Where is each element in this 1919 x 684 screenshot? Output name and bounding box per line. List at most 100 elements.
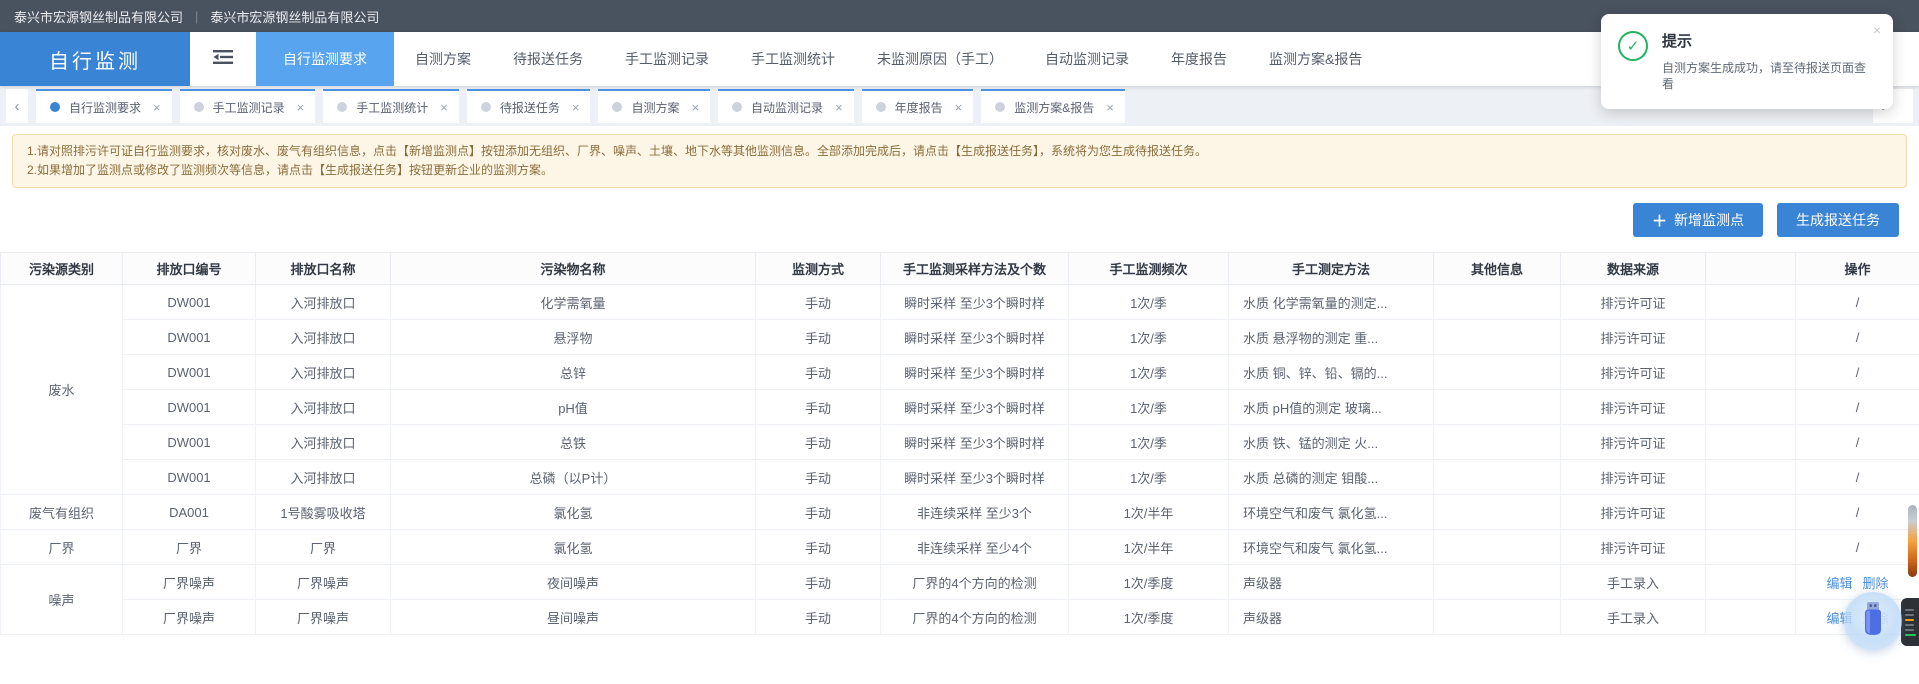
table-row: DW001入河排放口pH值手动瞬时采样 至少3个瞬时样1次/季水质 pH值的测定…	[1, 390, 1919, 425]
nav-item-手工监测记录[interactable]: 手工监测记录	[604, 32, 730, 86]
table-cell: 入河排放口	[256, 460, 391, 495]
nav-item-自动监测记录[interactable]: 自动监测记录	[1024, 32, 1150, 86]
usb-device-button[interactable]	[1844, 592, 1902, 650]
source-category-cell: 噪声	[1, 565, 123, 635]
table-cell	[1706, 600, 1796, 635]
tabbar-endcap	[1895, 89, 1913, 123]
table-cell: 悬浮物	[391, 320, 756, 355]
tab-自测方案[interactable]: 自测方案×	[598, 89, 710, 123]
column-header-blank	[1706, 253, 1796, 285]
table-cell: 瞬时采样 至少3个瞬时样	[881, 460, 1069, 495]
table-cell	[1706, 355, 1796, 390]
tabs-scroll-left-button[interactable]: ‹	[6, 89, 28, 123]
table-cell: 手工录入	[1561, 600, 1706, 635]
tab-年度报告[interactable]: 年度报告×	[862, 89, 974, 123]
table-row: 废气有组织DA0011号酸雾吸收塔氯化氢手动非连续采样 至少3个1次/半年环境空…	[1, 495, 1919, 530]
table-cell	[1706, 495, 1796, 530]
table-cell: 入河排放口	[256, 320, 391, 355]
tab-待报送任务[interactable]: 待报送任务 ×	[467, 89, 591, 123]
tab-status-dot	[995, 102, 1005, 112]
app-window: 泰兴市宏源钢丝制品有限公司 | 泰兴市宏源钢丝制品有限公司 自行监测 自行监测要…	[0, 0, 1919, 684]
device-level-panel	[1901, 598, 1919, 646]
table-row: DW001入河排放口总磷（以P计）手动瞬时采样 至少3个瞬时样1次/季水质 总磷…	[1, 460, 1919, 495]
tab-手工监测统计[interactable]: 手工监测统计×	[323, 89, 459, 123]
tab-status-dot	[612, 102, 622, 112]
tab-close-icon[interactable]: ×	[297, 100, 305, 115]
collapse-menu-button[interactable]	[190, 32, 256, 86]
tab-close-icon[interactable]: ×	[691, 100, 699, 115]
nav-item-待报送任务[interactable]: 待报送任务	[492, 32, 604, 86]
action-cell: /	[1796, 355, 1919, 390]
column-header-其他信息: 其他信息	[1434, 253, 1561, 285]
table-cell: 氯化氢	[391, 495, 756, 530]
tab-status-dot	[194, 102, 204, 112]
tab-close-icon[interactable]: ×	[572, 100, 580, 115]
tab-label: 手工监测记录	[213, 99, 285, 116]
tab-自动监测记录[interactable]: 自动监测记录 ×	[718, 89, 854, 123]
tab-label: 自动监测记录	[751, 99, 823, 116]
tab-close-icon[interactable]: ×	[1106, 100, 1114, 115]
table-cell: 总铁	[391, 425, 756, 460]
table-cell: 入河排放口	[256, 355, 391, 390]
column-header-手工监测采样方法及个数: 手工监测采样方法及个数	[881, 253, 1069, 285]
tab-自行监测要求[interactable]: 自行监测要求×	[36, 89, 172, 123]
table-cell: 厂界噪声	[123, 600, 256, 635]
nav-item-手工监测统计[interactable]: 手工监测统计	[730, 32, 856, 86]
generate-report-task-label: 生成报送任务	[1796, 210, 1880, 230]
table-cell: 1次/季度	[1069, 565, 1229, 600]
nav-item-监测方案&报告[interactable]: 监测方案&报告	[1248, 32, 1383, 86]
nav-item-未监测原因（手工）[interactable]: 未监测原因（手工）	[856, 32, 1024, 86]
table-row: 厂界噪声厂界噪声昼间噪声手动厂界的4个方向的检测1次/季度声级器手工录入编辑删除	[1, 600, 1919, 635]
column-header-排放口编号: 排放口编号	[123, 253, 256, 285]
tab-close-icon[interactable]: ×	[835, 100, 843, 115]
tab-status-dot	[876, 102, 886, 112]
table-cell	[1434, 425, 1561, 460]
table-cell: 排污许可证	[1561, 285, 1706, 320]
tab-close-icon[interactable]: ×	[153, 100, 161, 115]
add-monitor-point-button[interactable]: ＋ 新增监测点	[1633, 203, 1763, 237]
tab-label: 监测方案&报告	[1014, 99, 1094, 116]
table-cell	[1434, 320, 1561, 355]
table-cell: 手动	[756, 355, 881, 390]
company-name-secondary: 泰兴市宏源钢丝制品有限公司	[210, 7, 379, 26]
tab-监测方案&报告[interactable]: 监测方案&报告 ×	[981, 89, 1125, 123]
nav-item-自测方案[interactable]: 自测方案	[394, 32, 492, 86]
table-cell	[1434, 285, 1561, 320]
tab-close-icon[interactable]: ×	[440, 100, 448, 115]
table-cell	[1706, 530, 1796, 565]
table-cell: DW001	[123, 320, 256, 355]
table-cell: 声级器	[1229, 565, 1434, 600]
success-check-icon: ✓	[1618, 31, 1648, 61]
company-name-primary: 泰兴市宏源钢丝制品有限公司	[14, 7, 183, 26]
table-cell: 环境空气和废气 氯化氢...	[1229, 495, 1434, 530]
action-cell: /	[1796, 285, 1919, 320]
open-tabs: 自行监测要求×手工监测记录×手工监测统计×待报送任务×自测方案×自动监测记录×年…	[36, 89, 1865, 123]
tab-close-icon[interactable]: ×	[955, 100, 963, 115]
table-cell: 入河排放口	[256, 285, 391, 320]
table-cell: 瞬时采样 至少3个瞬时样	[881, 425, 1069, 460]
table-cell	[1706, 425, 1796, 460]
table-header-row: 污染源类别排放口编号排放口名称污染物名称监测方式手工监测采样方法及个数手工监测频…	[1, 253, 1919, 285]
table-cell: DW001	[123, 390, 256, 425]
toast-close-icon[interactable]: ×	[1873, 23, 1881, 37]
table-cell: 1次/季	[1069, 285, 1229, 320]
action-cell: /	[1796, 390, 1919, 425]
table-cell: 总磷（以P计）	[391, 460, 756, 495]
nav-item-自行监测要求[interactable]: 自行监测要求	[256, 32, 394, 86]
chevron-left-icon: ‹	[15, 98, 20, 115]
table-cell: 厂界噪声	[256, 565, 391, 600]
table-row: DW001入河排放口总铁手动瞬时采样 至少3个瞬时样1次/季水质 铁、锰的测定 …	[1, 425, 1919, 460]
column-header-污染物名称: 污染物名称	[391, 253, 756, 285]
scrollbar-indicator[interactable]	[1908, 505, 1917, 577]
table-cell: 非连续采样 至少3个	[881, 495, 1069, 530]
table-row: 噪声厂界噪声厂界噪声夜间噪声手动厂界的4个方向的检测1次/季度声级器手工录入编辑…	[1, 565, 1919, 600]
tab-label: 待报送任务	[500, 99, 560, 116]
tab-手工监测记录[interactable]: 手工监测记录 ×	[180, 89, 316, 123]
toast-message: 自测方案生成成功，请至待报送页面查看	[1662, 60, 1873, 92]
generate-report-task-button[interactable]: 生成报送任务	[1777, 203, 1899, 237]
column-header-手工监测频次: 手工监测频次	[1069, 253, 1229, 285]
table-cell: 排污许可证	[1561, 460, 1706, 495]
column-header-监测方式: 监测方式	[756, 253, 881, 285]
separator: |	[195, 9, 198, 24]
nav-item-年度报告[interactable]: 年度报告	[1150, 32, 1248, 86]
